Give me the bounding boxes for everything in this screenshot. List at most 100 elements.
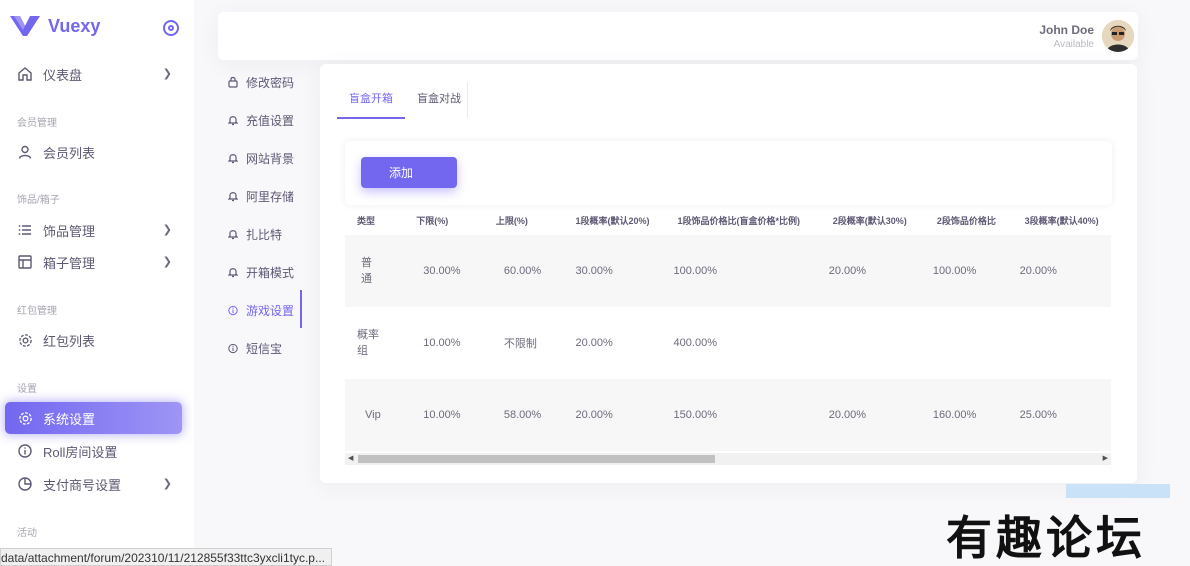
bell-icon [228, 190, 238, 202]
settings-item-site-background[interactable]: 网站背景 [228, 146, 312, 170]
gear-icon [17, 332, 33, 348]
bell-icon [228, 152, 238, 164]
column-header: 1段饰品价格比(盲盒价格*比例) [677, 215, 801, 226]
table-horizontal-scrollbar[interactable]: ◀ ▶ [345, 453, 1111, 465]
gear-icon [17, 410, 33, 426]
settings-item-label: 充值设置 [246, 113, 295, 128]
info-icon [228, 342, 238, 354]
sidebar-item-dashboard[interactable]: 仪表盘 ❯ [5, 58, 182, 90]
sidebar-toggle-icon[interactable] [163, 20, 179, 36]
pie-chart-icon [17, 476, 33, 492]
status-bar-url: data/attachment/forum/202310/11/212855f3… [0, 548, 332, 566]
tab-divider [467, 82, 468, 118]
scroll-left-arrow-icon[interactable]: ◀ [348, 454, 353, 462]
watermark-highlight [1066, 484, 1170, 498]
table-cell: 10.00% [404, 307, 484, 379]
type-line: 组 [357, 345, 368, 357]
settings-item-recharge[interactable]: 充值设置 [228, 108, 312, 132]
table-cell: 100.00% [665, 235, 821, 307]
type-cell: Vip [345, 379, 405, 451]
settings-item-label: 修改密码 [246, 75, 295, 90]
table-cell: 不限制 [483, 307, 564, 379]
table-cell: 160.00% [924, 379, 1013, 451]
user-name[interactable]: John Doe [1039, 23, 1094, 37]
settings-item-change-password[interactable]: 修改密码 [228, 70, 312, 94]
layout-icon [17, 254, 33, 270]
sidebar-item-redpackets[interactable]: 红包列表 [5, 324, 182, 356]
sidebar-item-label: 饰品管理 [43, 223, 96, 239]
settings-item-label: 扎比特 [246, 227, 283, 242]
column-header: 3段概率(默认40%) [1024, 215, 1099, 226]
sidebar-item-label: Roll房间设置 [43, 444, 118, 460]
sidebar-section-header: 活动 [17, 528, 37, 539]
settings-item-label: 短信宝 [246, 341, 283, 356]
sidebar-item-system-settings[interactable]: 系统设置 [5, 402, 182, 434]
type-line: 普 [361, 257, 372, 269]
table-cell: 20.00% [563, 379, 666, 451]
type-line: 通 [361, 273, 372, 285]
sidebar-item-members[interactable]: 会员列表 [5, 136, 182, 168]
settings-item-zabite[interactable]: 扎比特 [228, 222, 312, 246]
sidebar-item-label: 会员列表 [43, 145, 96, 161]
list-icon [17, 222, 33, 238]
chevron-right-icon: ❯ [162, 224, 172, 236]
table-cell: 60.00% [483, 235, 564, 307]
add-button[interactable]: 添加 [361, 157, 457, 188]
scroll-right-arrow-icon[interactable]: ▶ [1103, 454, 1108, 462]
sidebar-item-boxes[interactable]: 箱子管理 ❯ [5, 246, 182, 278]
table-row[interactable]: Vip 10.00% 58.00% 20.00% 150.00% 20.00% … [345, 379, 1111, 451]
column-header: 2段概率(默认30%) [832, 215, 907, 226]
probability-table-wrap: 类型 下限(%) 上限(%) 1段概率(默认20%) 1段饰品价格比(盲盒价格*… [345, 205, 1111, 515]
bell-icon [228, 228, 238, 240]
brand[interactable]: Vuexy [10, 14, 100, 38]
sidebar: Vuexy 仪表盘 ❯ 会员管理 会员列表 饰品/箱子 饰品管理 ❯ 箱子管理 … [0, 0, 194, 566]
lock-icon [228, 76, 238, 88]
avatar[interactable] [1102, 20, 1134, 52]
settings-item-aliyun-storage[interactable]: 阿里存储 [228, 184, 312, 208]
sidebar-item-label: 仪表盘 [43, 67, 83, 83]
sidebar-section-header: 红包管理 [17, 306, 57, 317]
table-row[interactable]: 普通 30.00% 60.00% 30.00% 100.00% 20.00% 1… [345, 235, 1111, 307]
user-status: Available [1053, 39, 1094, 50]
table-cell: 58.00% [483, 379, 564, 451]
table-header-row: 类型 下限(%) 上限(%) 1段概率(默认20%) 1段饰品价格比(盲盒价格*… [345, 205, 1111, 235]
table-cell: 30.00% [404, 235, 484, 307]
bell-icon [228, 114, 238, 126]
type-cell: 普通 [345, 235, 405, 307]
sidebar-section-header: 饰品/箱子 [17, 195, 60, 206]
sidebar-item-skins[interactable]: 饰品管理 ❯ [5, 214, 182, 246]
scrollbar-thumb[interactable] [358, 455, 715, 463]
settings-item-unbox-mode[interactable]: 开箱模式 [228, 260, 312, 284]
user-icon [17, 144, 33, 160]
table-cell: 20.00% [563, 307, 666, 379]
column-header: 1段概率(默认20%) [575, 215, 650, 226]
table-cell: 10.00% [404, 379, 484, 451]
table-cell: 20.00% [820, 235, 925, 307]
table-cell: 400.00% [665, 307, 821, 379]
tab-blindbox-open[interactable]: 盲盒开箱 [337, 84, 405, 119]
settings-item-sms[interactable]: 短信宝 [228, 336, 312, 360]
sidebar-item-label: 红包列表 [43, 333, 96, 349]
settings-active-indicator [300, 290, 302, 328]
watermark-logo: 有趣论坛 [946, 511, 1146, 565]
table-cell: 20.00% [1012, 235, 1111, 307]
sidebar-item-payment-settings[interactable]: 支付商号设置 ❯ [5, 468, 182, 500]
chevron-right-icon: ❯ [162, 68, 172, 80]
tab-blindbox-battle[interactable]: 盲盒对战 [405, 84, 473, 119]
table-cell [1012, 307, 1111, 379]
sidebar-item-roll-settings[interactable]: Roll房间设置 [5, 435, 182, 467]
type-cell: 概率组 [345, 307, 405, 379]
table-row[interactable]: 概率组 10.00% 不限制 20.00% 400.00% [345, 307, 1111, 379]
table-cell: 25.00% [1012, 379, 1111, 451]
column-header: 下限(%) [416, 215, 449, 226]
table-cell [820, 307, 925, 379]
brand-name: Vuexy [48, 15, 101, 36]
top-navbar: John Doe Available [218, 12, 1138, 60]
bell-icon [228, 266, 238, 278]
info-icon [228, 304, 238, 316]
sidebar-section-header: 会员管理 [17, 118, 57, 129]
sidebar-section-header: 设置 [17, 384, 37, 395]
sidebar-item-label: 箱子管理 [43, 255, 96, 271]
table-cell: 20.00% [820, 379, 925, 451]
column-header: 上限(%) [495, 215, 528, 226]
